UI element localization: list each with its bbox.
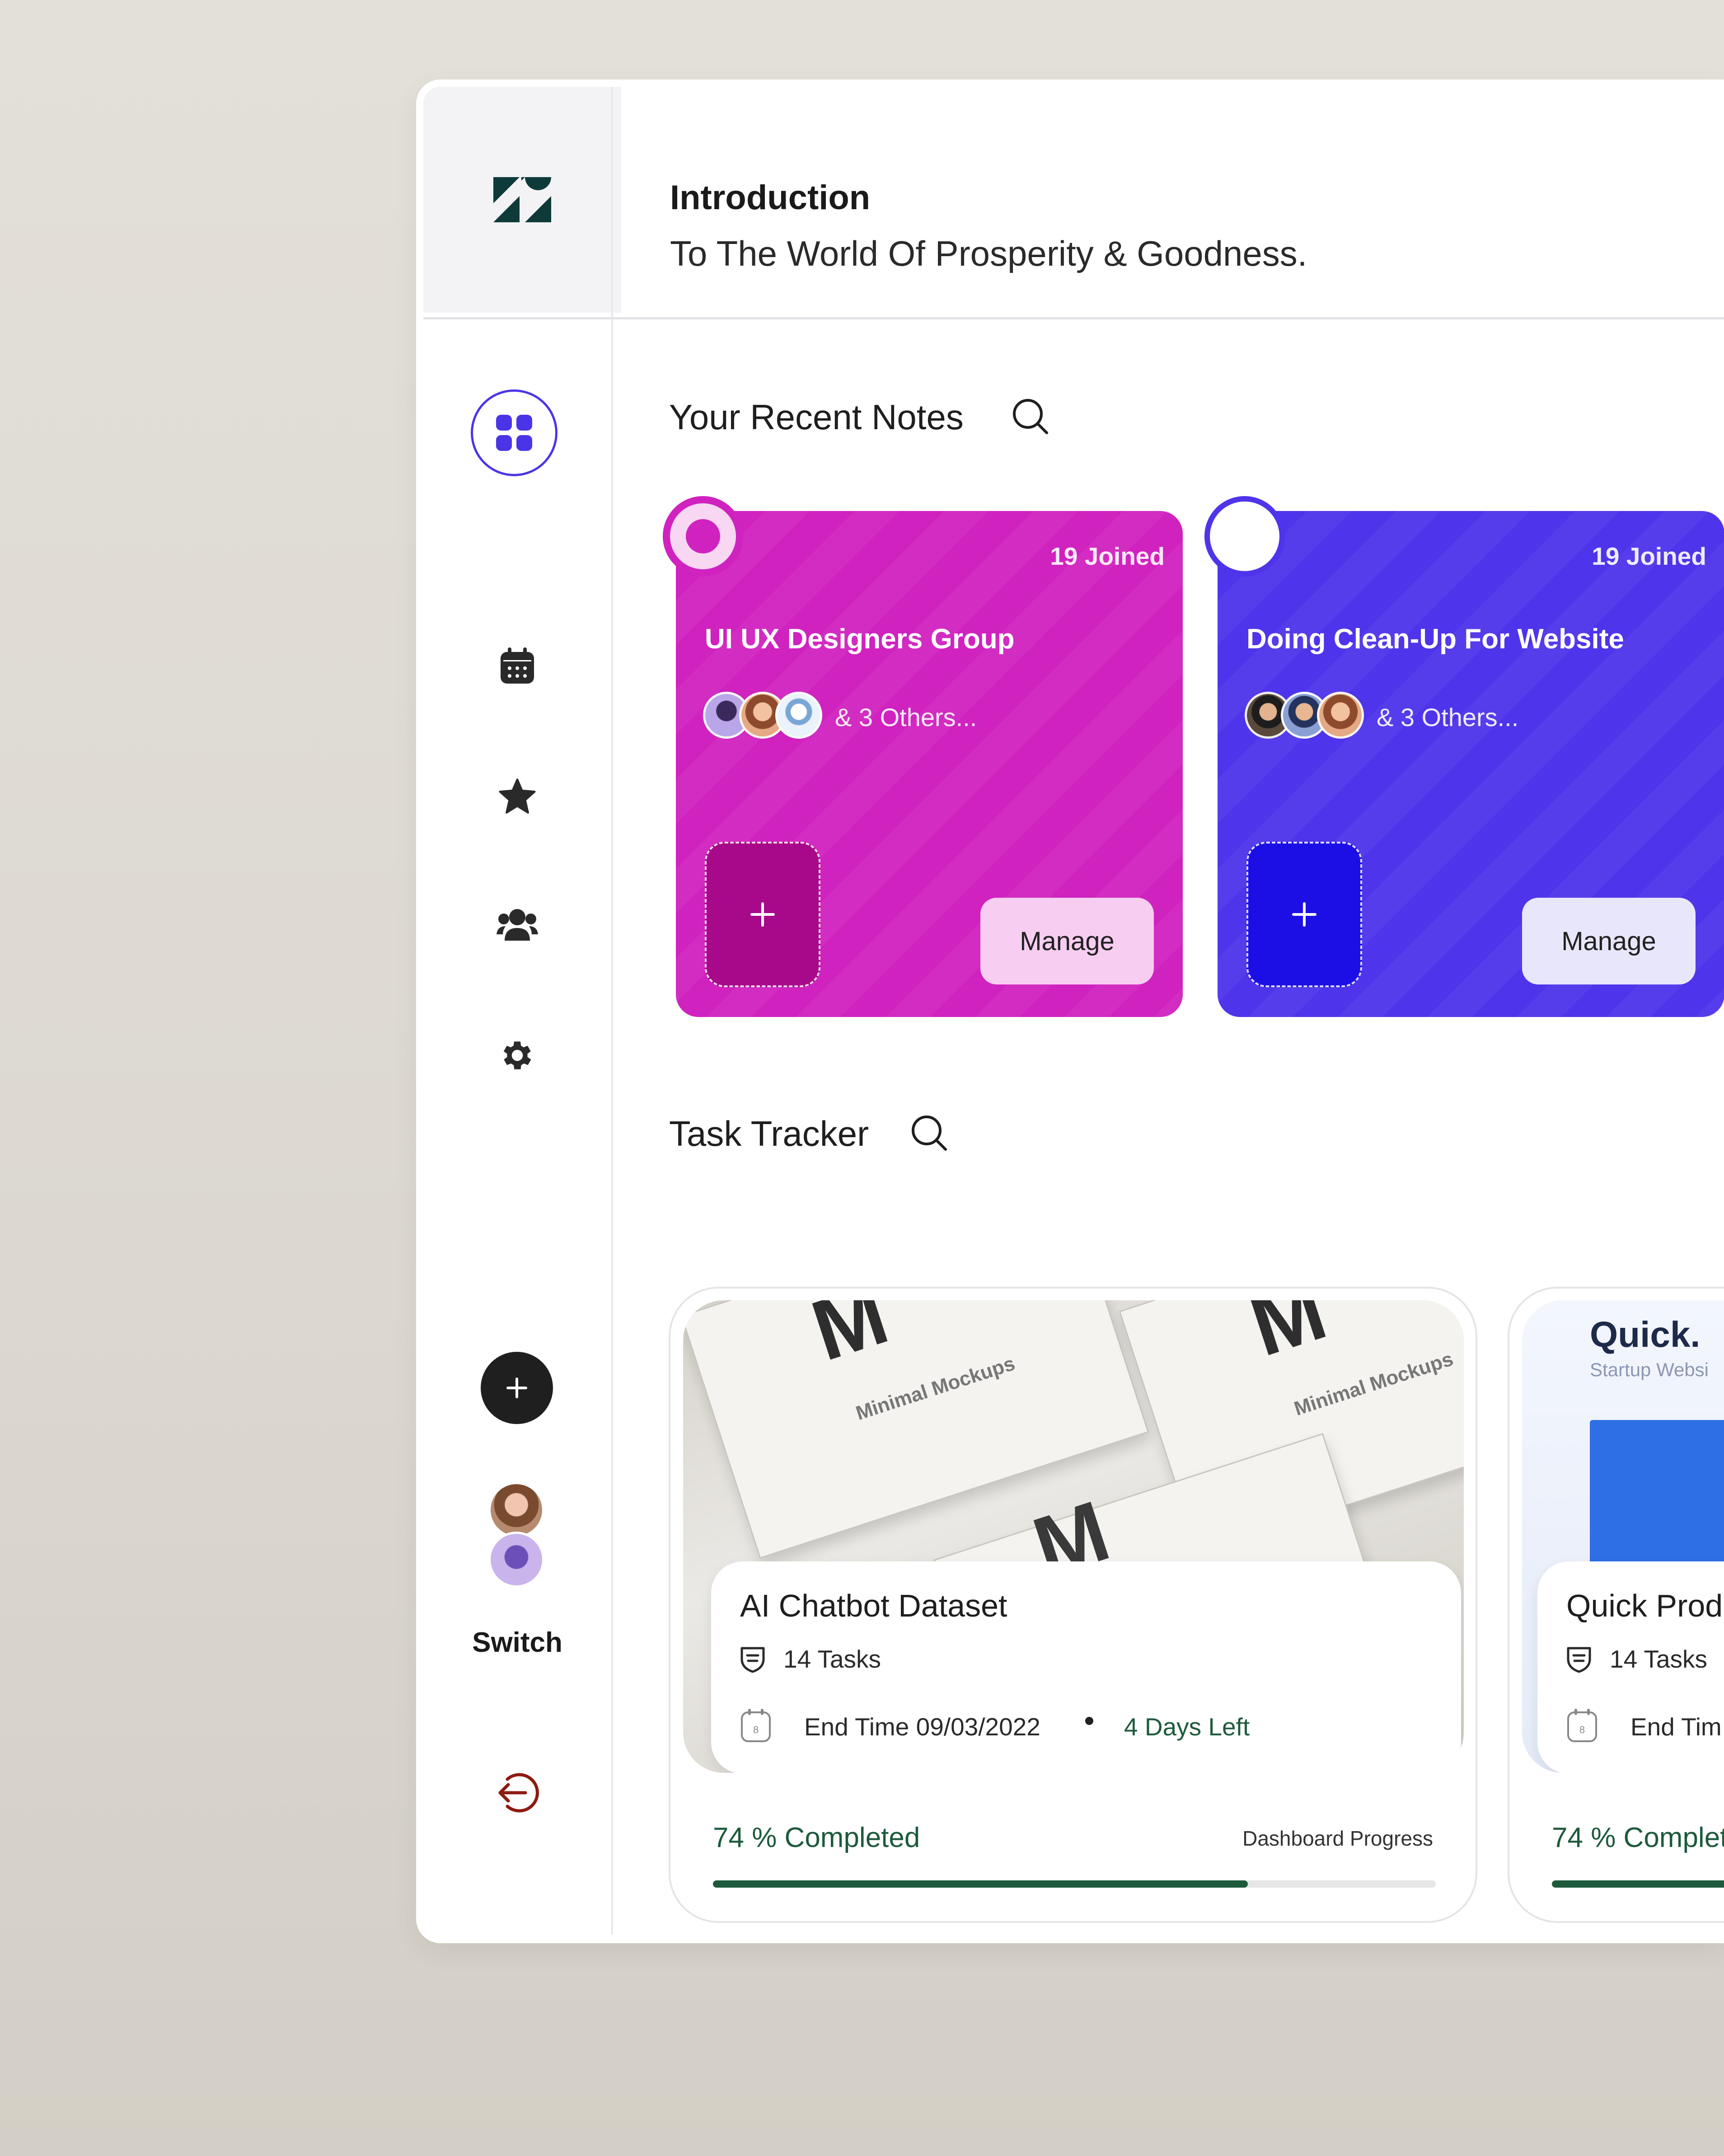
sidebar-item-team[interactable] — [416, 903, 618, 946]
member-avatars — [703, 692, 829, 741]
recent-notes-title: Your Recent Notes — [669, 397, 964, 437]
others-text: & 3 Others... — [835, 703, 977, 731]
task-info-panel: AI Chatbot Dataset 14 Tasks 8 End Time 0… — [711, 1561, 1461, 1773]
manage-button[interactable]: Manage — [980, 898, 1154, 984]
sidebar-item-settings[interactable] — [416, 1034, 618, 1077]
note-title: UI UX Designers Group — [705, 623, 1015, 655]
completion-text: 74 % Completed — [713, 1822, 920, 1853]
manage-button[interactable]: Manage — [1522, 898, 1696, 984]
days-left: 4 Days Left — [1124, 1713, 1250, 1741]
others-text: & 3 Others... — [1377, 703, 1519, 731]
logout-button[interactable] — [416, 1769, 618, 1816]
task-tracker-title: Task Tracker — [669, 1114, 869, 1153]
brand-subtitle: Startup Websi — [1590, 1359, 1709, 1380]
task-cover-image: Minimal Mockups Minimal Mockups M M M AI… — [683, 1300, 1464, 1773]
app-window: Introduction To The World Of Prosperity … — [416, 80, 1724, 1943]
page-title: Introduction — [670, 178, 871, 217]
switch-label[interactable]: Switch — [416, 1626, 618, 1659]
users-icon — [497, 909, 538, 941]
search-icon — [1013, 399, 1048, 434]
task-card[interactable]: Minimal Mockups Minimal Mockups M M M AI… — [669, 1287, 1477, 1923]
account-switcher[interactable] — [488, 1482, 547, 1590]
website-preview — [1590, 1420, 1724, 1565]
pin-dot — [686, 519, 720, 553]
avatar — [1317, 692, 1364, 739]
search-icon — [912, 1115, 947, 1151]
task-info-panel: Quick Prod 14 Tasks 8 End Tim — [1537, 1561, 1724, 1773]
note-card[interactable]: 19 Joined Doing Clean-Up For Website & 3… — [1218, 511, 1724, 1017]
page-subtitle: To The World Of Prosperity & Goodness. — [670, 234, 1307, 273]
shield-icon — [740, 1647, 765, 1673]
svg-text:8: 8 — [753, 1724, 759, 1735]
pin-toggle[interactable] — [663, 496, 743, 576]
completion-text: 74 % Complete — [1552, 1822, 1724, 1853]
task-count: 14 Tasks — [1610, 1645, 1708, 1673]
calendar-icon: 8 — [741, 1709, 771, 1742]
star-icon — [499, 778, 536, 814]
add-note-button[interactable] — [705, 842, 820, 987]
logo-area — [423, 87, 621, 313]
gear-icon — [503, 1041, 531, 1069]
pin-toggle[interactable] — [1204, 496, 1285, 576]
end-time: End Time 09/03/2022 — [804, 1713, 1040, 1741]
sidebar-item-dashboard[interactable] — [471, 389, 557, 476]
zendesk-logo-icon[interactable] — [493, 177, 551, 222]
sidebar-item-calendar[interactable] — [416, 644, 618, 688]
progress-fill — [1552, 1880, 1724, 1888]
task-count: 14 Tasks — [783, 1645, 881, 1673]
shield-icon — [1567, 1647, 1591, 1673]
notes-search-button[interactable] — [1012, 398, 1049, 438]
calendar-icon: 8 — [1567, 1709, 1597, 1742]
task-title: Quick Prod — [1566, 1588, 1723, 1623]
add-note-button[interactable] — [1246, 842, 1362, 987]
svg-text:8: 8 — [1579, 1724, 1585, 1735]
brand-logo: Quick. — [1590, 1314, 1701, 1355]
end-time: End Tim — [1630, 1713, 1722, 1741]
task-cover-image: Quick. Startup Websi Quick Prod 14 Tasks… — [1522, 1300, 1724, 1773]
plus-icon — [1292, 902, 1316, 927]
plus-icon — [750, 902, 775, 927]
dashboard-icon — [496, 415, 532, 451]
tasks-search-button[interactable] — [910, 1114, 948, 1154]
logout-icon — [498, 1773, 539, 1813]
task-title: AI Chatbot Dataset — [740, 1588, 1007, 1623]
note-title: Doing Clean-Up For Website — [1246, 623, 1624, 655]
separator-dot — [1085, 1717, 1093, 1725]
joined-count: 19 Joined — [1592, 542, 1706, 570]
calendar-icon — [501, 647, 534, 684]
sidebar-item-favorites[interactable] — [416, 774, 618, 818]
plus-icon — [506, 1378, 527, 1398]
joined-count: 19 Joined — [1050, 542, 1165, 570]
progress-bar — [1552, 1880, 1724, 1888]
progress-fill — [713, 1880, 1248, 1888]
header-divider — [423, 317, 1724, 319]
note-card[interactable]: 19 Joined UI UX Designers Group & 3 Othe… — [676, 511, 1183, 1017]
avatar — [775, 692, 822, 739]
progress-bar — [713, 1880, 1436, 1888]
add-button[interactable] — [481, 1352, 553, 1424]
avatar — [488, 1532, 544, 1588]
task-card[interactable]: Quick. Startup Websi Quick Prod 14 Tasks… — [1508, 1287, 1724, 1923]
progress-label: Dashboard Progress — [1242, 1827, 1433, 1850]
member-avatars — [1245, 692, 1371, 741]
avatar — [488, 1482, 544, 1538]
